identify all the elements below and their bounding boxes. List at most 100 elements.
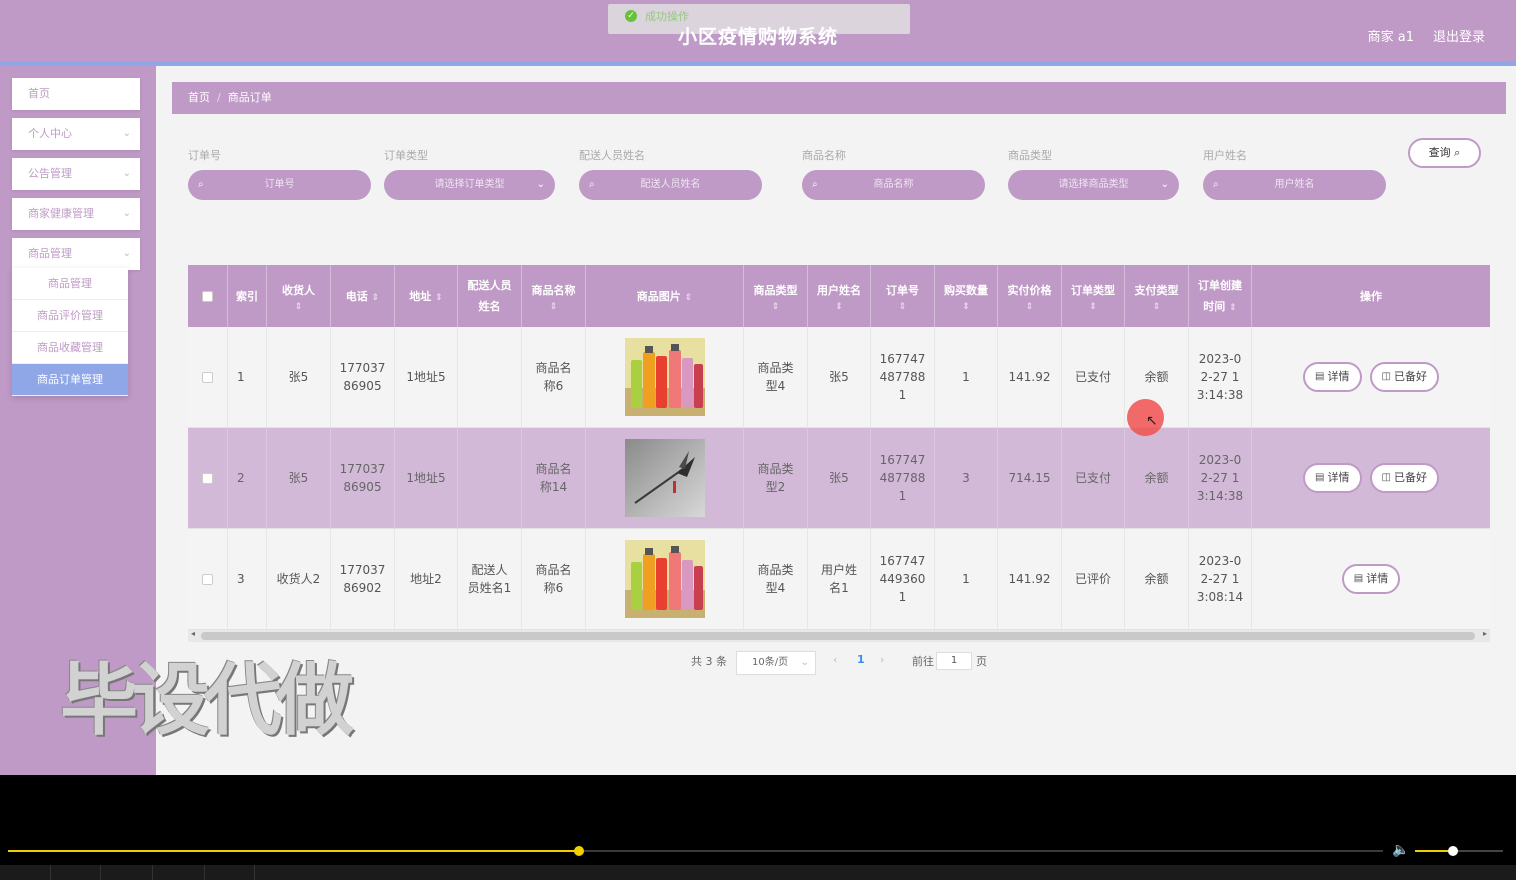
logout-link[interactable]: 退出登录: [1433, 26, 1485, 45]
cell-phone: 17703786905: [331, 428, 395, 528]
cell-username: 张5: [808, 327, 871, 427]
cell-order-no: 1677474877881: [871, 428, 935, 528]
detail-button[interactable]: ▤ 详情: [1303, 362, 1362, 392]
search-label-product-name: 商品名称: [802, 149, 846, 162]
strip-divider: [204, 865, 205, 880]
cell-actions: ▤ 详情: [1252, 529, 1490, 629]
search-label-courier: 配送人员姓名: [579, 149, 645, 162]
chevron-down-icon: ⌄: [800, 657, 809, 668]
sidebar-item-label: 首页: [28, 87, 50, 100]
query-button[interactable]: 查询 ⌕: [1408, 138, 1481, 168]
user-label: 商家 a1: [1367, 30, 1414, 45]
horizontal-scrollbar[interactable]: ◂ ▸: [188, 629, 1490, 642]
sort-icon[interactable]: ⇕: [1089, 301, 1097, 313]
column-header[interactable]: 电话 ⇕: [331, 265, 395, 327]
column-label: 购买数量: [944, 283, 988, 297]
product-image-bottles: [624, 540, 705, 618]
submenu-item-favorites[interactable]: 商品收藏管理: [12, 332, 128, 364]
search-input-courier[interactable]: ⌕ 配送人员姓名: [579, 170, 762, 200]
cell-image: [586, 428, 744, 528]
cell-pay-type: 余额: [1125, 428, 1189, 528]
search-placeholder: 商品名称: [873, 179, 914, 190]
detail-button[interactable]: ▤ 详情: [1341, 564, 1401, 594]
column-label: 实付价格: [1007, 283, 1052, 297]
column-header[interactable]: 商品类型 ⇕: [744, 265, 808, 327]
search-icon: ⌕: [198, 179, 204, 190]
ready-button[interactable]: ◫ 已备好: [1369, 362, 1439, 392]
scrollbar-thumb[interactable]: [201, 632, 1475, 640]
sort-icon[interactable]: ⇕: [835, 301, 843, 313]
prev-page-icon[interactable]: ‹: [833, 653, 837, 666]
sidebar-item-merchant-health[interactable]: 商家健康管理 ⌄: [12, 198, 140, 230]
column-header[interactable]: 商品名称 ⇕: [522, 265, 586, 327]
row-checkbox[interactable]: [202, 573, 213, 585]
page-size-select[interactable]: 10条/页 ⌄: [736, 651, 816, 675]
column-label: 操作: [1360, 289, 1382, 303]
sort-icon[interactable]: ⇕: [550, 301, 558, 313]
select-product-type[interactable]: 请选择商品类型 ⌄: [1008, 170, 1179, 200]
cell-image: [586, 529, 744, 629]
header-select-all[interactable]: [188, 265, 228, 327]
scroll-left-icon[interactable]: ◂: [191, 629, 195, 638]
progress-fill: [8, 850, 579, 852]
search-input-username[interactable]: ⌕ 用户姓名: [1203, 170, 1386, 200]
search-icon: ⌕: [1454, 146, 1461, 159]
progress-handle[interactable]: [574, 846, 584, 856]
ready-button[interactable]: ◫ 已备好: [1369, 463, 1439, 493]
sidebar-item-profile[interactable]: 个人中心 ⌄: [12, 118, 140, 150]
sort-icon[interactable]: ⇕: [772, 301, 780, 313]
scroll-right-icon[interactable]: ▸: [1483, 629, 1487, 638]
column-header[interactable]: 支付类型 ⇕: [1125, 265, 1189, 327]
sort-icon[interactable]: ⇕: [1153, 301, 1161, 313]
cell-receiver: 张5: [267, 327, 331, 427]
cell-address: 1地址5: [395, 428, 458, 528]
sidebar-item-products[interactable]: 商品管理 ⌄: [12, 238, 140, 270]
column-header[interactable]: 订单类型 ⇕: [1062, 265, 1125, 327]
next-page-icon[interactable]: ›: [880, 653, 884, 666]
sort-icon: ⇕: [371, 292, 380, 303]
breadcrumb-home[interactable]: 首页: [188, 91, 210, 104]
search-input-product-name[interactable]: ⌕ 商品名称: [802, 170, 985, 200]
column-header[interactable]: 订单创建时间 ⇕: [1189, 265, 1252, 327]
search-input-order-no[interactable]: ⌕ 订单号: [188, 170, 371, 200]
table-row: 3 收货人2 17703786902 地址2 配送人员姓名1 商品名称6 商品类…: [188, 529, 1490, 630]
page-number-current[interactable]: 1: [857, 653, 865, 666]
column-header[interactable]: 实付价格 ⇕: [998, 265, 1062, 327]
app-title: 小区疫情购物系统: [677, 26, 838, 48]
column-header: 索引: [228, 265, 267, 327]
ready-button-label: 已备好: [1393, 471, 1427, 484]
detail-button[interactable]: ▤ 详情: [1303, 463, 1362, 493]
app-window: ✓ 成功操作 小区疫情购物系统 商家 a1 退出登录 首页 个人中心 ⌄ 公告管…: [0, 0, 1516, 775]
column-label: 地址 ⇕: [409, 289, 443, 303]
submenu-item-reviews[interactable]: 商品评价管理: [12, 300, 128, 332]
column-header[interactable]: 用户姓名 ⇕: [808, 265, 871, 327]
sort-icon[interactable]: ⇕: [899, 301, 907, 313]
column-header[interactable]: 地址 ⇕: [395, 265, 458, 327]
detail-button-label: 详情: [1327, 471, 1350, 484]
submenu-item-orders[interactable]: 商品订单管理: [12, 364, 128, 396]
column-header[interactable]: 购买数量 ⇕: [935, 265, 998, 327]
submenu-item-products[interactable]: 商品管理: [12, 268, 128, 300]
column-label: 配送人员姓名: [467, 279, 512, 313]
column-header[interactable]: 收货人 ⇕: [267, 265, 331, 327]
volume-handle[interactable]: [1448, 846, 1458, 856]
sidebar-item-home[interactable]: 首页: [12, 78, 140, 110]
volume-icon[interactable]: 🔈: [1392, 842, 1409, 858]
sort-icon[interactable]: ⇕: [962, 301, 970, 313]
select-all-checkbox[interactable]: [202, 290, 213, 302]
search-label-order-type: 订单类型: [384, 149, 428, 162]
select-order-type[interactable]: 请选择订单类型 ⌄: [384, 170, 555, 200]
cell-price: 714.15: [998, 428, 1062, 528]
column-header[interactable]: 订单号 ⇕: [871, 265, 935, 327]
sort-icon[interactable]: ⇕: [295, 301, 303, 313]
column-label: 用户姓名: [817, 283, 861, 297]
sort-icon[interactable]: ⇕: [1026, 301, 1034, 313]
row-checkbox[interactable]: [202, 371, 213, 383]
sidebar-item-announcements[interactable]: 公告管理 ⌄: [12, 158, 140, 190]
column-header[interactable]: 配送人员姓名: [458, 265, 522, 327]
page-unit-label: 页: [976, 655, 987, 668]
goto-page-input[interactable]: 1: [936, 652, 972, 670]
column-header[interactable]: 商品图片 ⇕: [586, 265, 744, 327]
cell-phone: 17703786905: [331, 327, 395, 427]
row-checkbox[interactable]: [202, 472, 213, 484]
